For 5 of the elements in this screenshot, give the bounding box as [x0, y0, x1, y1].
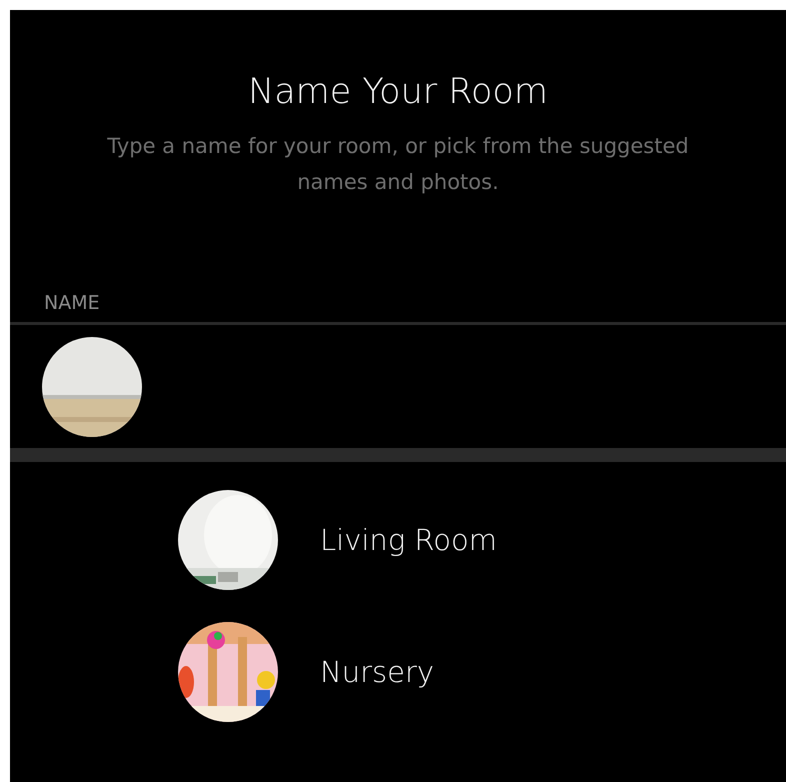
- room-name-option[interactable]: Nursery: [320, 655, 434, 689]
- room-name-option[interactable]: Living Room: [320, 523, 498, 557]
- screen-title: Name Your Room: [247, 72, 549, 112]
- instruction-text: Type a name for your room, or pick from the suggested names and photos.: [106, 133, 690, 196]
- section-label: NAME: [44, 292, 101, 316]
